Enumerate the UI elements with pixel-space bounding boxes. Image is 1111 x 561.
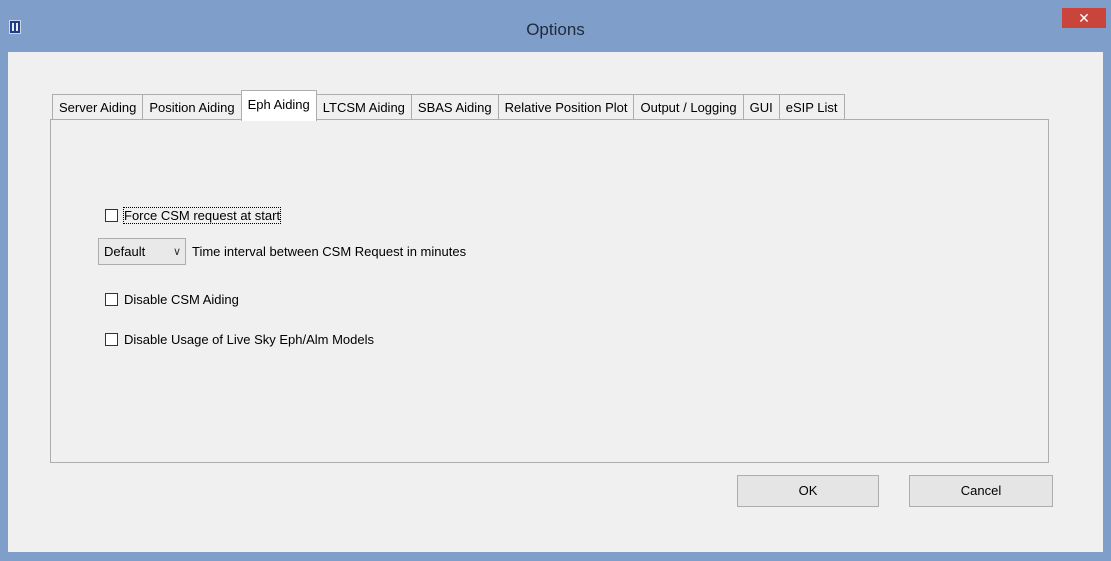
disable-live-sky-option[interactable]: Disable Usage of Live Sky Eph/Alm Models bbox=[105, 332, 374, 347]
tab-strip: Server Aiding Position Aiding Eph Aiding… bbox=[52, 88, 845, 121]
force-csm-label[interactable]: Force CSM request at start bbox=[122, 207, 282, 224]
disable-live-sky-label[interactable]: Disable Usage of Live Sky Eph/Alm Models bbox=[124, 332, 374, 347]
disable-csm-option[interactable]: Disable CSM Aiding bbox=[105, 292, 239, 307]
close-button[interactable]: ✕ bbox=[1062, 8, 1106, 28]
window-title: Options bbox=[526, 20, 585, 39]
disable-live-sky-checkbox[interactable] bbox=[105, 333, 118, 346]
tab-position-aiding[interactable]: Position Aiding bbox=[142, 94, 242, 120]
csm-interval-value: Default bbox=[104, 244, 146, 259]
tab-gui[interactable]: GUI bbox=[742, 94, 780, 120]
force-csm-option[interactable]: Force CSM request at start bbox=[105, 207, 282, 224]
title-bar[interactable]: Options ✕ bbox=[0, 0, 1111, 52]
tab-esip-list[interactable]: eSIP List bbox=[778, 94, 845, 120]
dialog-body: Server Aiding Position Aiding Eph Aiding… bbox=[8, 52, 1103, 552]
disable-csm-label[interactable]: Disable CSM Aiding bbox=[124, 292, 239, 307]
eph-aiding-panel: Force CSM request at start Default ∨ Tim… bbox=[50, 119, 1049, 463]
disable-csm-checkbox[interactable] bbox=[105, 293, 118, 306]
tab-ltcsm-aiding[interactable]: LTCSM Aiding bbox=[315, 94, 412, 120]
tab-eph-aiding[interactable]: Eph Aiding bbox=[240, 90, 317, 121]
csm-interval-label: Time interval between CSM Request in min… bbox=[192, 244, 467, 259]
tab-sbas-aiding[interactable]: SBAS Aiding bbox=[410, 94, 499, 120]
tab-relative-position-plot[interactable]: Relative Position Plot bbox=[497, 94, 635, 120]
tab-output-logging[interactable]: Output / Logging bbox=[633, 94, 744, 120]
options-dialog: Options ✕ Server Aiding Position Aiding … bbox=[0, 0, 1111, 561]
tab-server-aiding[interactable]: Server Aiding bbox=[52, 94, 144, 120]
chevron-down-icon: ∨ bbox=[172, 246, 182, 258]
cancel-button[interactable]: Cancel bbox=[909, 475, 1053, 507]
csm-interval-row: Default ∨ Time interval between CSM Requ… bbox=[98, 238, 466, 265]
force-csm-checkbox[interactable] bbox=[105, 209, 118, 222]
csm-interval-select[interactable]: Default ∨ bbox=[98, 238, 186, 265]
ok-button[interactable]: OK bbox=[737, 475, 879, 507]
close-icon: ✕ bbox=[1078, 10, 1090, 26]
